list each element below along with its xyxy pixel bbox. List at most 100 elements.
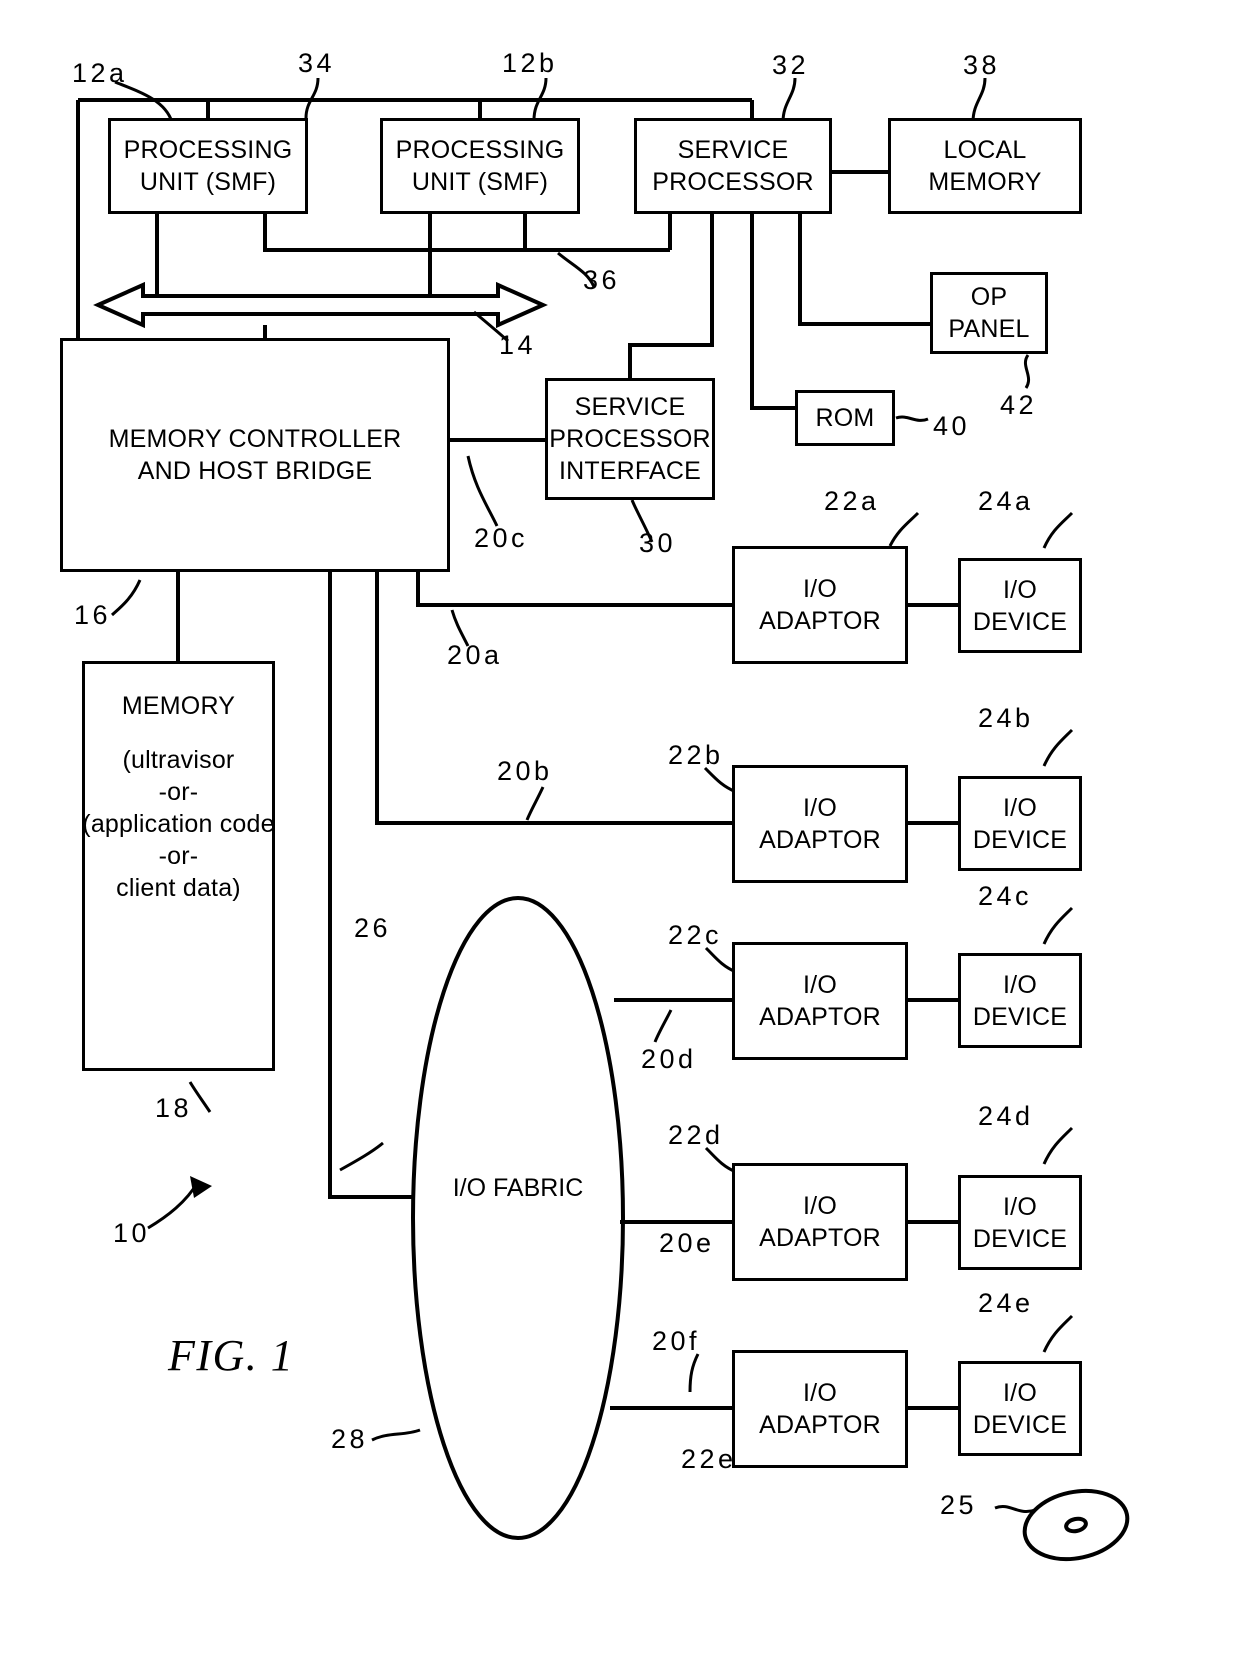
io-adaptor-a-line2: ADAPTOR (759, 607, 881, 635)
ref-12b: 12b (502, 48, 558, 78)
op-panel-box[interactable]: OP PANEL (930, 272, 1048, 354)
io-device-a-box[interactable]: I/O DEVICE (958, 558, 1082, 653)
io-device-b-line1: I/O (1003, 793, 1037, 822)
pu-a-sp-link (263, 214, 670, 252)
io-adaptor-d-line2: ADAPTOR (759, 1224, 881, 1252)
leader-16 (110, 579, 142, 617)
service-processor-box[interactable]: SERVICE PROCESSOR (634, 118, 832, 214)
io-adaptor-c-line1: I/O (803, 971, 837, 999)
ref-20d: 20d (641, 1044, 697, 1074)
leader-10 (147, 1181, 200, 1230)
io-fabric-label: I/O FABRIC (438, 1172, 598, 1204)
io-adaptor-d-box[interactable]: I/O ADAPTOR (732, 1163, 908, 1281)
io-device-e-line1: I/O (1003, 1378, 1037, 1407)
ref-24d: 24d (978, 1101, 1034, 1131)
io-device-c-line1: I/O (1003, 970, 1037, 999)
op-panel-line2: PANEL (948, 315, 1030, 343)
local-memory-line2: MEMORY (928, 168, 1042, 196)
memory-controller-line2: AND HOST BRIDGE (137, 457, 373, 485)
io-fabric-line2: FABRIC (493, 1174, 584, 1202)
ref-24b: 24b (978, 703, 1034, 733)
io-device-a-line2: DEVICE (972, 607, 1068, 636)
ref-42: 42 (1000, 390, 1038, 420)
leader-42 (1023, 354, 1031, 389)
ref-22d: 22d (668, 1120, 724, 1150)
ref-30: 30 (639, 528, 677, 558)
leader-24e (1042, 1314, 1074, 1353)
sp-interface-line1: SERVICE (574, 393, 686, 421)
io-adaptor-c-line2: ADAPTOR (759, 1003, 881, 1031)
ref-24c: 24c (978, 881, 1033, 911)
arrowhead-system-10 (190, 1176, 212, 1198)
local-memory-box[interactable]: LOCAL MEMORY (888, 118, 1082, 214)
io-adaptor-a-line1: I/O (803, 575, 837, 603)
leader-40 (895, 415, 929, 422)
io-device-b-box[interactable]: I/O DEVICE (958, 776, 1082, 871)
ref-36: 36 (583, 265, 621, 295)
io-adaptor-e-box[interactable]: I/O ADAPTOR (732, 1350, 908, 1468)
leader-28 (371, 1428, 421, 1442)
ref-18: 18 (155, 1093, 193, 1123)
io-device-d-box[interactable]: I/O DEVICE (958, 1175, 1082, 1270)
op-panel-line1: OP (970, 283, 1008, 311)
ref-25: 25 (940, 1490, 978, 1520)
sp-interface-line3: INTERFACE (558, 457, 702, 485)
ref-20e: 20e (659, 1228, 715, 1258)
local-memory-line1: LOCAL (943, 136, 1027, 164)
ref-20c: 20c (474, 523, 529, 553)
ref-22e: 22e (681, 1444, 737, 1474)
io-fabric-ellipse (411, 896, 625, 1540)
memory-box[interactable]: MEMORY (ultravisor -or- (application cod… (82, 661, 275, 1071)
io-device-e-line2: DEVICE (972, 1410, 1068, 1439)
io-adaptor-b-line2: ADAPTOR (759, 826, 881, 854)
leader-24d (1042, 1126, 1074, 1165)
ref-40: 40 (933, 411, 971, 441)
ref-14: 14 (499, 330, 537, 360)
memory-detail-line2: -or- (158, 778, 199, 806)
ref-22b: 22b (668, 740, 724, 770)
leader-18 (188, 1081, 212, 1113)
leader-20f (688, 1353, 700, 1393)
memory-detail-line3: (application code (82, 810, 275, 838)
memory-controller-line1: MEMORY CONTROLLER (108, 425, 402, 453)
service-processor-line1: SERVICE (677, 136, 789, 164)
io-device-e-box[interactable]: I/O DEVICE (958, 1361, 1082, 1456)
memory-detail-line4: -or- (158, 842, 199, 870)
io-adaptor-e-line2: ADAPTOR (759, 1411, 881, 1439)
rom-label: ROM (815, 404, 875, 432)
ref-28: 28 (331, 1424, 369, 1454)
leader-38 (971, 77, 987, 123)
io-device-b-line2: DEVICE (972, 825, 1068, 854)
mc-to-adaptor-b-20b (375, 572, 732, 825)
ref-22a: 22a (824, 486, 880, 516)
mc-to-adaptor-a-20a (416, 572, 732, 607)
io-device-c-box[interactable]: I/O DEVICE (958, 953, 1082, 1048)
io-adaptor-b-box[interactable]: I/O ADAPTOR (732, 765, 908, 883)
io-fabric-line1: I/O (452, 1174, 487, 1202)
processing-unit-a-box[interactable]: PROCESSING UNIT (SMF) (108, 118, 308, 214)
io-adaptor-d-line1: I/O (803, 1192, 837, 1220)
sp-to-rom (750, 214, 795, 410)
rom-box[interactable]: ROM (795, 390, 895, 446)
ref-16: 16 (74, 600, 112, 630)
io-device-c-line2: DEVICE (972, 1002, 1068, 1031)
ref-26: 26 (354, 913, 392, 943)
leader-24b (1042, 728, 1074, 767)
io-adaptor-a-box[interactable]: I/O ADAPTOR (732, 546, 908, 664)
leader-20d (653, 1009, 673, 1043)
disk-icon (1022, 1488, 1130, 1562)
processing-unit-b-line2: UNIT (SMF) (411, 168, 549, 196)
sp-interface-line2: PROCESSOR (549, 425, 711, 453)
service-processor-interface-box[interactable]: SERVICE PROCESSOR INTERFACE (545, 378, 715, 500)
leader-26 (339, 1141, 384, 1172)
io-device-a-line1: I/O (1003, 575, 1037, 604)
leader-24a (1042, 511, 1074, 549)
system-bus-arrow (93, 281, 548, 329)
io-device-d-line2: DEVICE (972, 1224, 1068, 1253)
leader-20c (466, 455, 499, 527)
io-adaptor-c-box[interactable]: I/O ADAPTOR (732, 942, 908, 1060)
processing-unit-b-box[interactable]: PROCESSING UNIT (SMF) (380, 118, 580, 214)
memory-title: MEMORY (121, 692, 236, 720)
leader-22a (888, 511, 920, 547)
memory-controller-box[interactable]: MEMORY CONTROLLER AND HOST BRIDGE (60, 338, 450, 572)
